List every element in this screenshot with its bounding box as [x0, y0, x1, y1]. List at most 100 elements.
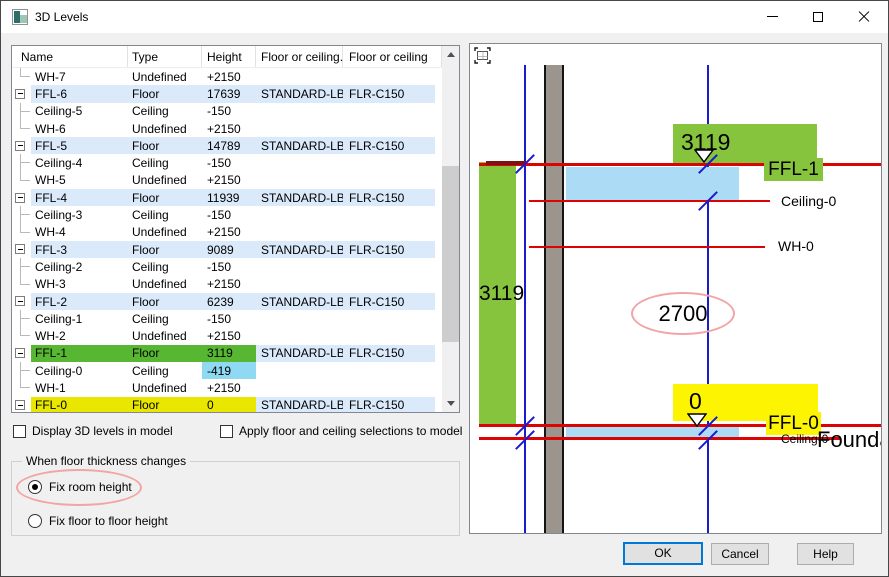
cell-floor-finish[interactable]: FLR-C150 [343, 85, 435, 102]
tree-expand-box[interactable] [12, 293, 31, 310]
cell-height[interactable]: 6239 [202, 293, 256, 310]
table-row-wh-4[interactable]: WH-4Undefined+2150 [12, 224, 459, 241]
cell-type[interactable]: Floor [128, 293, 202, 310]
cell-floor-structure[interactable] [256, 276, 343, 293]
cell-height[interactable]: +2150 [202, 276, 256, 293]
cell-type[interactable]: Undefined [128, 120, 202, 137]
tree-expand-box[interactable] [12, 189, 31, 206]
cell-height[interactable]: -150 [202, 103, 256, 120]
cell-floor-structure[interactable]: STANDARD-LB [256, 137, 343, 154]
cell-floor-finish[interactable]: FLR-C150 [343, 137, 435, 154]
cell-name[interactable]: Ceiling-2 [31, 258, 128, 275]
cell-type[interactable]: Floor [128, 241, 202, 258]
cell-floor-finish[interactable]: FLR-C150 [343, 293, 435, 310]
tree-expand-box[interactable] [12, 397, 31, 413]
cell-name[interactable]: Ceiling-1 [31, 310, 128, 327]
cell-floor-finish[interactable] [343, 379, 435, 396]
cell-type[interactable]: Ceiling [128, 103, 202, 120]
column-header-floor-finish[interactable]: Floor or ceiling [343, 46, 442, 67]
cell-height[interactable]: 3119 [202, 345, 256, 362]
cell-height[interactable]: 14789 [202, 137, 256, 154]
cell-height[interactable]: 0 [202, 397, 256, 413]
cell-name[interactable]: WH-5 [31, 172, 128, 189]
cell-floor-structure[interactable] [256, 362, 343, 379]
tree-expand-box[interactable] [12, 241, 31, 258]
cell-floor-finish[interactable]: FLR-C150 [343, 241, 435, 258]
cell-floor-finish[interactable] [343, 362, 435, 379]
cell-floor-structure[interactable] [256, 172, 343, 189]
table-row-wh-7[interactable]: WH-7Undefined+2150 [12, 68, 459, 85]
checkbox-display-3d-levels[interactable]: Display 3D levels in model [13, 424, 173, 438]
cell-height[interactable]: +2150 [202, 120, 256, 137]
table-row-wh-2[interactable]: WH-2Undefined+2150 [12, 327, 459, 344]
cell-height[interactable]: -150 [202, 310, 256, 327]
cell-name[interactable]: Ceiling-0 [31, 362, 128, 379]
cell-floor-finish[interactable] [343, 310, 435, 327]
minimize-button[interactable] [749, 1, 795, 32]
cell-floor-finish[interactable] [343, 68, 435, 85]
cell-floor-finish[interactable] [343, 224, 435, 241]
cell-floor-structure[interactable] [256, 379, 343, 396]
cell-name[interactable]: WH-1 [31, 379, 128, 396]
cell-type[interactable]: Floor [128, 85, 202, 102]
checkbox-apply-selections[interactable]: Apply floor and ceiling selections to mo… [220, 424, 462, 438]
cell-floor-structure[interactable] [256, 103, 343, 120]
table-row-wh-5[interactable]: WH-5Undefined+2150 [12, 172, 459, 189]
cell-type[interactable]: Ceiling [128, 154, 202, 171]
cell-floor-structure[interactable]: STANDARD-LB [256, 397, 343, 413]
cell-name[interactable]: WH-2 [31, 327, 128, 344]
cell-type[interactable]: Undefined [128, 68, 202, 85]
close-button[interactable] [841, 1, 887, 32]
cell-name[interactable]: FFL-3 [31, 241, 128, 258]
cell-height[interactable]: +2150 [202, 68, 256, 85]
cell-name[interactable]: WH-3 [31, 276, 128, 293]
table-row-ceiling-3[interactable]: Ceiling-3Ceiling-150 [12, 206, 459, 223]
cell-floor-structure[interactable] [256, 327, 343, 344]
cell-height[interactable]: +2150 [202, 379, 256, 396]
column-header-type[interactable]: Type [128, 46, 202, 67]
cell-floor-structure[interactable] [256, 206, 343, 223]
cell-type[interactable]: Undefined [128, 327, 202, 344]
table-row-ceiling-4[interactable]: Ceiling-4Ceiling-150 [12, 154, 459, 171]
table-row-ceiling-2[interactable]: Ceiling-2Ceiling-150 [12, 258, 459, 275]
ok-button[interactable]: OK [623, 542, 703, 565]
table-row-ffl-4[interactable]: FFL-4Floor11939STANDARD-LBFLR-C150 [12, 189, 459, 206]
cancel-button[interactable]: Cancel [711, 543, 769, 565]
cell-height[interactable]: -419 [202, 362, 256, 379]
cell-type[interactable]: Floor [128, 189, 202, 206]
table-scrollbar[interactable] [442, 46, 459, 412]
cell-type[interactable]: Undefined [128, 276, 202, 293]
cell-name[interactable]: WH-7 [31, 68, 128, 85]
table-row-ffl-0[interactable]: FFL-0Floor0STANDARD-LBFLR-C150 [12, 397, 459, 413]
cell-floor-structure[interactable] [256, 258, 343, 275]
cell-floor-structure[interactable] [256, 154, 343, 171]
radio-circle[interactable] [28, 514, 42, 528]
cell-name[interactable]: FFL-6 [31, 85, 128, 102]
cell-type[interactable]: Ceiling [128, 258, 202, 275]
cell-floor-structure[interactable] [256, 68, 343, 85]
cell-type[interactable]: Floor [128, 397, 202, 413]
tree-expand-box[interactable] [12, 345, 31, 362]
cell-type[interactable]: Ceiling [128, 362, 202, 379]
checkbox-box[interactable] [220, 425, 233, 438]
titlebar[interactable]: 3D Levels [1, 1, 888, 33]
cell-floor-structure[interactable] [256, 310, 343, 327]
cell-name[interactable]: Ceiling-5 [31, 103, 128, 120]
column-header-name[interactable]: Name [12, 46, 128, 67]
cell-height[interactable]: +2150 [202, 224, 256, 241]
cell-floor-finish[interactable]: FLR-C150 [343, 345, 435, 362]
tree-expand-box[interactable] [12, 85, 31, 102]
cell-floor-finish[interactable] [343, 276, 435, 293]
cell-floor-finish[interactable]: FLR-C150 [343, 189, 435, 206]
cell-type[interactable]: Undefined [128, 379, 202, 396]
cell-type[interactable]: Ceiling [128, 310, 202, 327]
table-row-ceiling-5[interactable]: Ceiling-5Ceiling-150 [12, 103, 459, 120]
cell-floor-finish[interactable]: FLR-C150 [343, 397, 435, 413]
cell-name[interactable]: WH-6 [31, 120, 128, 137]
cell-height[interactable]: +2150 [202, 172, 256, 189]
tree-expand-box[interactable] [12, 137, 31, 154]
cell-floor-structure[interactable] [256, 224, 343, 241]
table-row-ffl-2[interactable]: FFL-2Floor6239STANDARD-LBFLR-C150 [12, 293, 459, 310]
cell-height[interactable]: -150 [202, 154, 256, 171]
cell-name[interactable]: FFL-5 [31, 137, 128, 154]
